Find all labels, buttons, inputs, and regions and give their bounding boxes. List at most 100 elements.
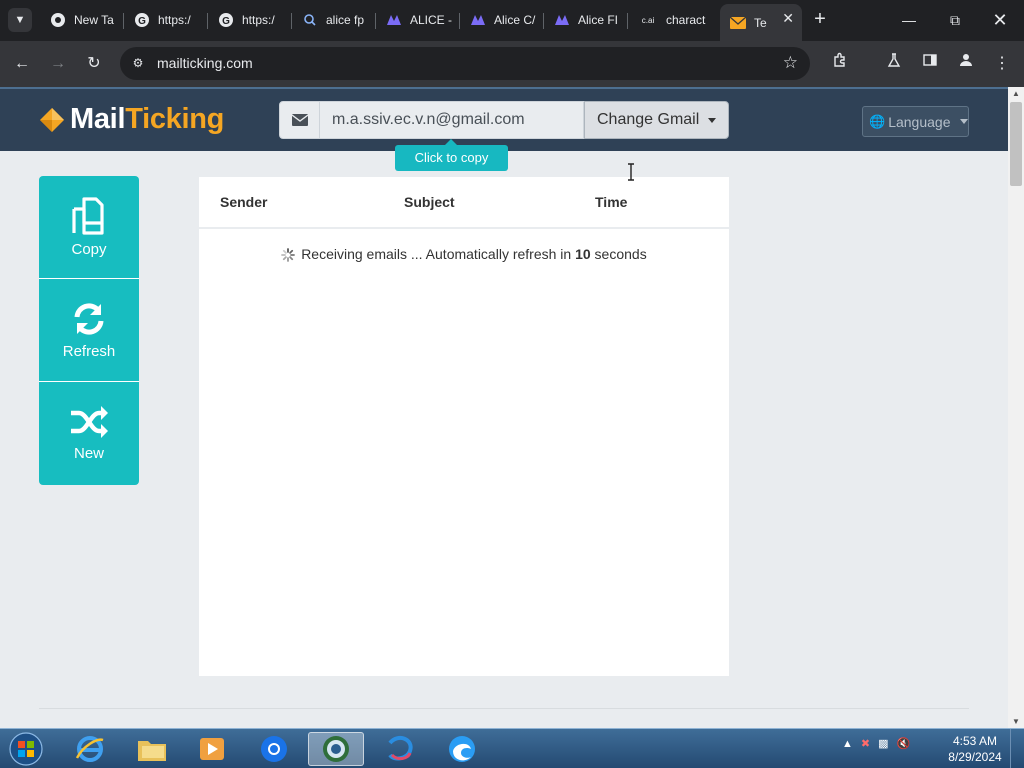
browser-tab[interactable]: New Ta [40, 6, 124, 34]
language-dropdown[interactable]: 🌐 Language [862, 106, 969, 137]
browser-tab[interactable]: alice fp [292, 6, 376, 34]
menu-kebab-icon[interactable]: ⋮ [990, 52, 1014, 76]
refresh-icon [74, 302, 104, 335]
character-ai-icon: c.ai [641, 15, 655, 25]
site-logo[interactable]: MailTicking [38, 103, 224, 136]
alice-icon [470, 12, 486, 28]
site-header: MailTicking m.a.ssiv.ec.v.n@gmail.com Ch… [0, 87, 1008, 151]
system-tray: ▲ ✖ ▩ 🔇 [842, 737, 918, 751]
email-address-field[interactable]: m.a.ssiv.ec.v.n@gmail.com [320, 101, 584, 139]
tab-title: charact [666, 13, 706, 27]
search-icon [302, 12, 318, 28]
email-input-group: m.a.ssiv.ec.v.n@gmail.com Change Gmail [279, 101, 729, 139]
inbox-status-message: Receiving emails ... Automatically refre… [199, 246, 729, 262]
footer-divider [39, 708, 969, 709]
tab-title: https:/ [242, 13, 275, 27]
inbox-panel: Sender Subject Time Receiving emails ...… [199, 177, 729, 676]
windows-logo-icon [9, 732, 43, 766]
browser-tab[interactable]: c.ai charact [628, 6, 718, 34]
chrome-icon[interactable] [246, 732, 302, 766]
browser-tab[interactable]: Alice C/ [460, 6, 544, 34]
envelope-icon [279, 101, 320, 139]
chrome-icon [50, 12, 66, 28]
system-clock[interactable]: 4:53 AM 8/29/2024 [940, 733, 1010, 765]
inbox-header-row: Sender Subject Time [199, 177, 729, 229]
translate-icon: 🌐 [869, 113, 886, 129]
mail-icon [730, 15, 746, 31]
logo-mark-icon [40, 107, 64, 132]
new-tab-button[interactable]: + [810, 8, 830, 32]
scrollbar-thumb[interactable] [1010, 102, 1022, 186]
media-player-icon[interactable] [184, 732, 240, 766]
tab-title: alice fp [326, 13, 365, 27]
page-viewport: MailTicking m.a.ssiv.ec.v.n@gmail.com Ch… [0, 87, 1008, 728]
alice-icon [386, 12, 402, 28]
column-header-subject[interactable]: Subject [404, 194, 455, 210]
address-bar[interactable]: ⚙ mailticking.com ☆ [120, 47, 810, 80]
change-gmail-dropdown[interactable]: Change Gmail [584, 101, 729, 139]
labs-flask-icon[interactable] [882, 52, 906, 76]
column-header-time[interactable]: Time [595, 194, 627, 210]
side-panel-icon[interactable] [918, 52, 942, 76]
google-icon: G [218, 12, 234, 28]
text-cursor-icon [627, 163, 635, 181]
internet-explorer-icon[interactable] [62, 732, 118, 766]
svg-text:G: G [138, 16, 146, 27]
alice-icon [554, 12, 570, 28]
close-window-icon[interactable]: ✕ [980, 8, 1020, 32]
app-icon[interactable] [372, 732, 428, 766]
action-sidebar: Copy Refresh New [39, 176, 139, 485]
show-desktop-button[interactable] [1010, 729, 1024, 768]
browser-tab[interactable]: Alice FI [544, 6, 628, 34]
file-explorer-icon[interactable] [124, 732, 180, 766]
browser-tab[interactable]: ALICE - [376, 6, 460, 34]
chevron-down-icon [960, 119, 969, 124]
extensions-icon[interactable] [828, 52, 852, 76]
volume-muted-icon[interactable]: 🔇 [897, 737, 911, 750]
network-icon[interactable]: ▩ [878, 737, 888, 750]
new-button[interactable]: New [39, 382, 139, 485]
profile-icon[interactable] [954, 52, 978, 76]
browser-toolbar: ← → ↻ ⚙ mailticking.com ☆ ⋮ [0, 41, 1024, 87]
scroll-up-icon[interactable]: ▲ [1012, 89, 1020, 98]
edge-icon[interactable] [434, 732, 490, 766]
restore-icon[interactable]: ⧉ [935, 8, 975, 32]
start-button[interactable] [6, 732, 46, 766]
refresh-countdown: 10 [575, 246, 591, 262]
page-scrollbar[interactable]: ▲ ▼ [1008, 87, 1024, 728]
google-icon: G [134, 12, 150, 28]
browser-tab-active[interactable]: Te ✕ [720, 4, 802, 41]
site-info-icon[interactable]: ⚙ [130, 55, 146, 71]
tab-title: ALICE - [410, 13, 453, 27]
url-text[interactable]: mailticking.com [157, 55, 253, 71]
chevron-down-icon [708, 117, 716, 123]
tab-title: Alice FI [578, 13, 619, 27]
bookmark-star-icon[interactable]: ☆ [783, 53, 798, 73]
tab-title: Alice C/ [494, 13, 536, 27]
tab-title: New Ta [74, 13, 114, 27]
tab-search-button[interactable]: ▼ [8, 8, 32, 32]
loading-spinner-icon [281, 248, 296, 262]
network-error-icon[interactable]: ✖ [861, 737, 870, 750]
browser-tab-strip: ▼ New Ta G https:/ G https:/ alice fp AL… [0, 0, 1024, 41]
windows-taskbar: ▲ ✖ ▩ 🔇 4:53 AM 8/29/2024 [0, 728, 1024, 768]
tab-title: Te [754, 15, 767, 30]
minimize-icon[interactable]: — [889, 8, 929, 32]
forward-icon[interactable]: → [46, 52, 70, 76]
close-tab-icon[interactable]: ✕ [782, 10, 794, 27]
column-header-sender[interactable]: Sender [220, 194, 267, 210]
copy-icon [72, 196, 104, 235]
browser-tab[interactable]: G https:/ [208, 6, 292, 34]
brand-name: MailTicking [70, 103, 225, 135]
click-to-copy-tooltip: Click to copy [395, 139, 508, 171]
active-app-icon[interactable] [308, 732, 364, 766]
copy-button[interactable]: Copy [39, 176, 139, 279]
reload-icon[interactable]: ↻ [82, 52, 106, 76]
scroll-down-icon[interactable]: ▼ [1012, 717, 1020, 726]
back-icon[interactable]: ← [10, 52, 34, 76]
browser-tab[interactable]: G https:/ [124, 6, 208, 34]
shuffle-icon [71, 406, 108, 438]
show-hidden-icons-icon[interactable]: ▲ [842, 738, 853, 750]
refresh-button[interactable]: Refresh [39, 279, 139, 382]
tab-title: https:/ [158, 13, 191, 27]
